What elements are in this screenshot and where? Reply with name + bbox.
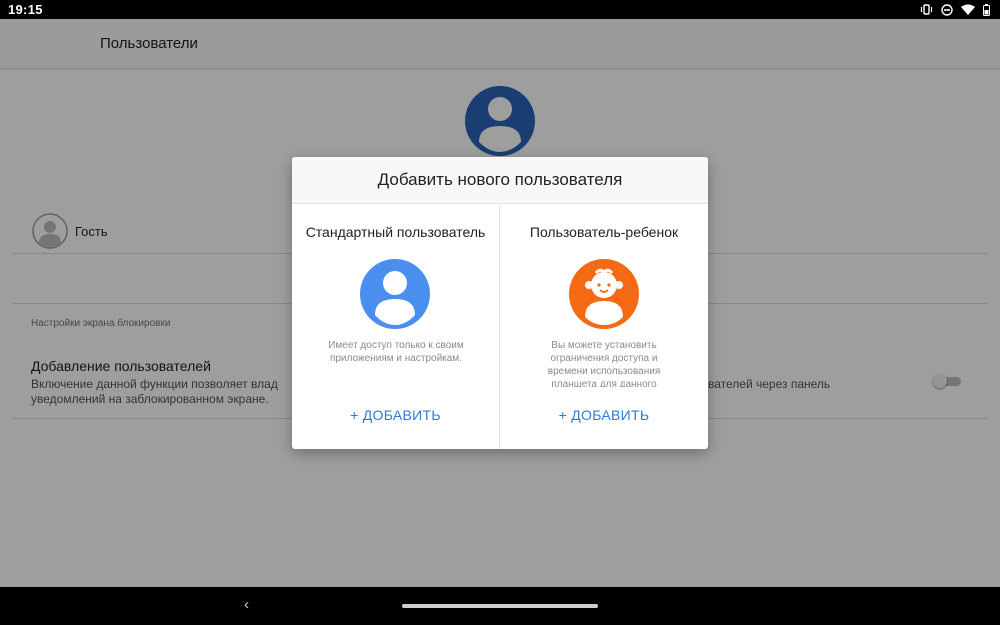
option-description: Вы можете установить ограничения доступа… [547,340,661,387]
standard-user-option[interactable]: Стандартный пользователь Имеет доступ то… [292,204,500,449]
option-title: Пользователь-ребенок [529,224,679,240]
navigation-bar: ‹ [0,587,1000,625]
status-icons [920,3,990,16]
do-not-disturb-icon [941,3,953,16]
standard-user-avatar-icon [360,259,430,329]
add-user-dialog: Добавить нового пользователя Стандартный… [292,157,708,449]
wifi-icon [961,4,975,15]
add-standard-user-button[interactable]: + ДОБАВИТЬ [292,407,499,423]
vibrate-icon [920,4,933,15]
status-time: 19:15 [8,2,43,17]
back-icon[interactable]: ‹ [244,596,249,613]
child-user-option[interactable]: Пользователь-ребенок Вы можете установит… [500,204,708,449]
battery-icon [983,3,990,16]
option-title: Стандартный пользователь [305,224,486,240]
status-bar: 19:15 [0,0,1000,19]
child-user-avatar-icon [569,259,639,329]
dialog-title: Добавить нового пользователя [292,157,708,204]
add-child-user-button[interactable]: + ДОБАВИТЬ [500,407,708,423]
option-description: Имеет доступ только к своим приложениям … [328,340,464,364]
home-handle[interactable] [402,604,598,608]
